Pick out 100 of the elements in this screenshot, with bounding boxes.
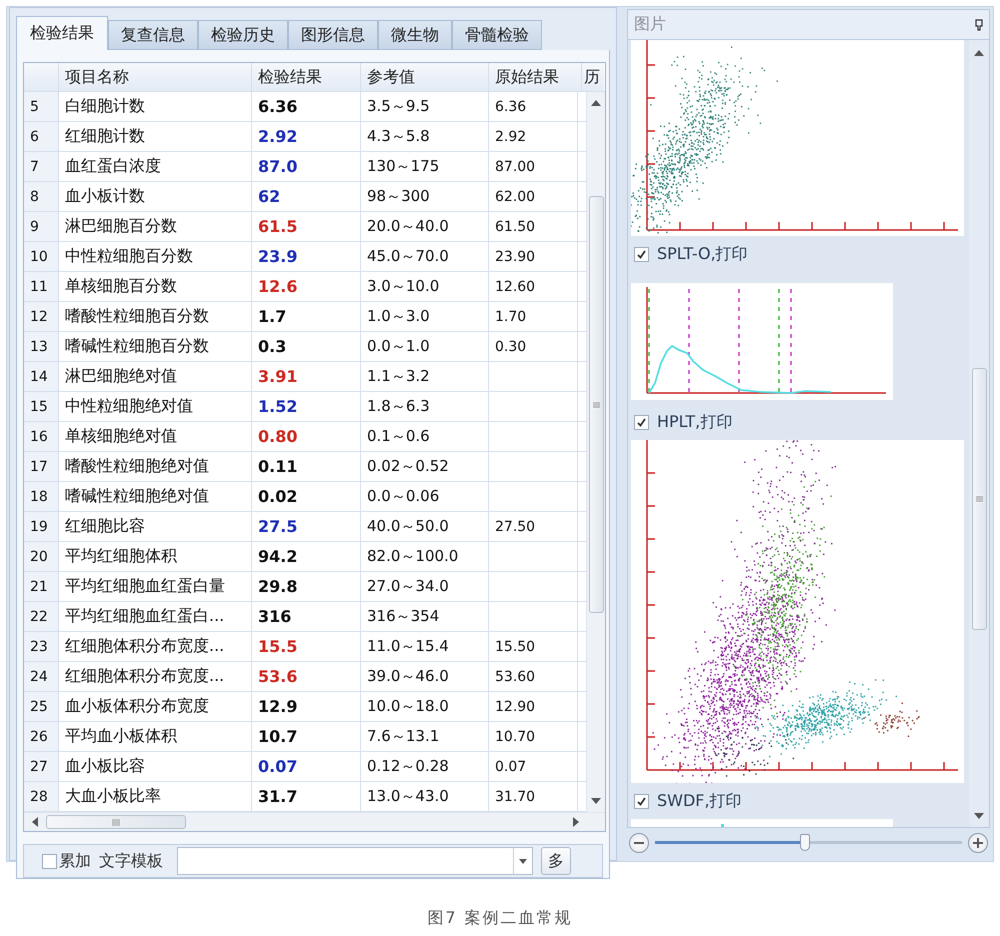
tab[interactable]: 复查信息 bbox=[108, 20, 198, 50]
reference-cell: 82.0～100.0 bbox=[361, 542, 489, 571]
horizontal-scrollbar[interactable] bbox=[24, 812, 605, 831]
dropdown-caret-icon[interactable] bbox=[519, 858, 527, 864]
vertical-scrollbar[interactable] bbox=[586, 92, 605, 812]
result-cell: 87.0 bbox=[252, 152, 361, 181]
raw-result-cell: 0.07 bbox=[489, 752, 578, 781]
row-number: 21 bbox=[24, 572, 59, 601]
result-cell: 3.91 bbox=[252, 362, 361, 391]
plus-icon bbox=[973, 838, 983, 848]
raw-result-cell: 61.50 bbox=[489, 212, 578, 241]
reference-cell: 7.6～13.1 bbox=[361, 722, 489, 751]
result-cell: 2.92 bbox=[252, 122, 361, 151]
raw-result-cell: 87.00 bbox=[489, 152, 578, 181]
scroll-down-icon[interactable] bbox=[974, 813, 984, 819]
checkbox[interactable] bbox=[634, 246, 649, 262]
raw-result-cell: 1.70 bbox=[489, 302, 578, 331]
item-name-cell: 红细胞体积分布宽度... bbox=[59, 662, 252, 691]
row-number: 13 bbox=[24, 332, 59, 361]
column-header[interactable]: 原始结果 bbox=[489, 63, 582, 91]
result-cell: 27.5 bbox=[252, 512, 361, 541]
row-number: 18 bbox=[24, 482, 59, 511]
checkbox[interactable] bbox=[634, 794, 649, 808]
item-name-cell: 红细胞计数 bbox=[59, 122, 252, 151]
result-cell: 1.52 bbox=[252, 392, 361, 421]
row-number: 5 bbox=[24, 92, 59, 121]
tab[interactable]: 检验结果 bbox=[16, 16, 108, 50]
item-name-cell: 血小板体积分布宽度 bbox=[59, 692, 252, 721]
item-name-cell: 白细胞计数 bbox=[59, 92, 252, 121]
scroll-thumb[interactable] bbox=[588, 196, 604, 613]
scroll-left-icon[interactable] bbox=[32, 817, 38, 827]
row-number: 12 bbox=[24, 302, 59, 331]
column-header[interactable]: 检验结果 bbox=[252, 63, 361, 91]
item-name-cell: 嗜碱性粒细胞百分数 bbox=[59, 332, 252, 361]
row-number: 10 bbox=[24, 242, 59, 271]
row-number: 8 bbox=[24, 182, 59, 211]
scroll-down-icon[interactable] bbox=[591, 798, 601, 804]
result-cell: 61.5 bbox=[252, 212, 361, 241]
result-cell: 62 bbox=[252, 182, 361, 211]
reference-cell: 316～354 bbox=[361, 602, 489, 631]
checkbox[interactable] bbox=[634, 414, 649, 430]
item-name-cell: 平均红细胞血红蛋白量 bbox=[59, 572, 252, 601]
raw-result-cell: 10.70 bbox=[489, 722, 578, 751]
plot-label: HPLT,打印 bbox=[657, 412, 732, 432]
zoom-out-button[interactable] bbox=[629, 832, 649, 852]
item-name-cell: 红细胞体积分布宽度... bbox=[59, 632, 252, 661]
tab[interactable]: 图形信息 bbox=[288, 20, 378, 50]
row-number: 28 bbox=[24, 782, 59, 811]
zoom-slider[interactable] bbox=[655, 834, 962, 852]
scroll-up-icon[interactable] bbox=[974, 50, 984, 56]
scroll-thumb[interactable] bbox=[972, 368, 986, 630]
reference-cell: 10.0～18.0 bbox=[361, 692, 489, 721]
item-name-cell: 嗜酸性粒细胞绝对值 bbox=[59, 452, 252, 481]
result-cell: 23.9 bbox=[252, 242, 361, 271]
tab[interactable]: 微生物 bbox=[378, 20, 452, 50]
figure-caption: 图7 案例二血常规 bbox=[427, 908, 573, 929]
result-cell: 12.9 bbox=[252, 692, 361, 721]
reference-cell: 1.8～6.3 bbox=[361, 392, 489, 421]
zoom-in-button[interactable] bbox=[968, 832, 988, 852]
reference-cell: 39.0～46.0 bbox=[361, 662, 489, 691]
reference-cell: 0.0～0.06 bbox=[361, 482, 489, 511]
row-number: 7 bbox=[24, 152, 59, 181]
plot-label: SWDF,打印 bbox=[657, 790, 742, 812]
result-cell: 0.11 bbox=[252, 452, 361, 481]
column-header[interactable]: 项目名称 bbox=[59, 63, 252, 91]
raw-result-cell: 62.00 bbox=[489, 182, 578, 211]
more-button[interactable]: 多 bbox=[541, 847, 571, 875]
scroll-thumb[interactable] bbox=[46, 815, 186, 829]
column-header[interactable]: 历 bbox=[582, 63, 604, 91]
result-cell: 53.6 bbox=[252, 662, 361, 691]
tab[interactable]: 检验历史 bbox=[198, 20, 288, 50]
row-number: 25 bbox=[24, 692, 59, 721]
row-number: 27 bbox=[24, 752, 59, 781]
row-number: 16 bbox=[24, 422, 59, 451]
result-cell: 1.7 bbox=[252, 302, 361, 331]
reference-cell: 130～175 bbox=[361, 152, 489, 181]
vertical-scrollbar[interactable] bbox=[968, 40, 989, 827]
reference-cell: 4.3～5.8 bbox=[361, 122, 489, 151]
item-name-cell: 平均红细胞体积 bbox=[59, 542, 252, 571]
plot-label: SPLT-O,打印 bbox=[657, 244, 748, 264]
row-number: 9 bbox=[24, 212, 59, 241]
item-name-cell: 血小板计数 bbox=[59, 182, 252, 211]
column-header[interactable]: 参考值 bbox=[361, 63, 489, 91]
row-number: 19 bbox=[24, 512, 59, 541]
reference-cell: 40.0～50.0 bbox=[361, 512, 489, 541]
minus-icon bbox=[634, 842, 644, 844]
panel-title: 图片 bbox=[634, 14, 666, 35]
row-number: 20 bbox=[24, 542, 59, 571]
scroll-right-icon[interactable] bbox=[573, 817, 579, 827]
result-cell: 316 bbox=[252, 602, 361, 631]
reference-cell: 0.12～0.28 bbox=[361, 752, 489, 781]
row-number: 6 bbox=[24, 122, 59, 151]
result-cell: 94.2 bbox=[252, 542, 361, 571]
item-name-cell: 淋巴细胞百分数 bbox=[59, 212, 252, 241]
slider-thumb[interactable] bbox=[800, 834, 810, 850]
pin-icon[interactable] bbox=[975, 18, 983, 30]
checkbox-label: 累加 bbox=[59, 850, 91, 872]
tab[interactable]: 骨髓检验 bbox=[452, 20, 542, 50]
checkbox[interactable] bbox=[42, 854, 57, 868]
scroll-up-icon[interactable] bbox=[591, 100, 601, 106]
